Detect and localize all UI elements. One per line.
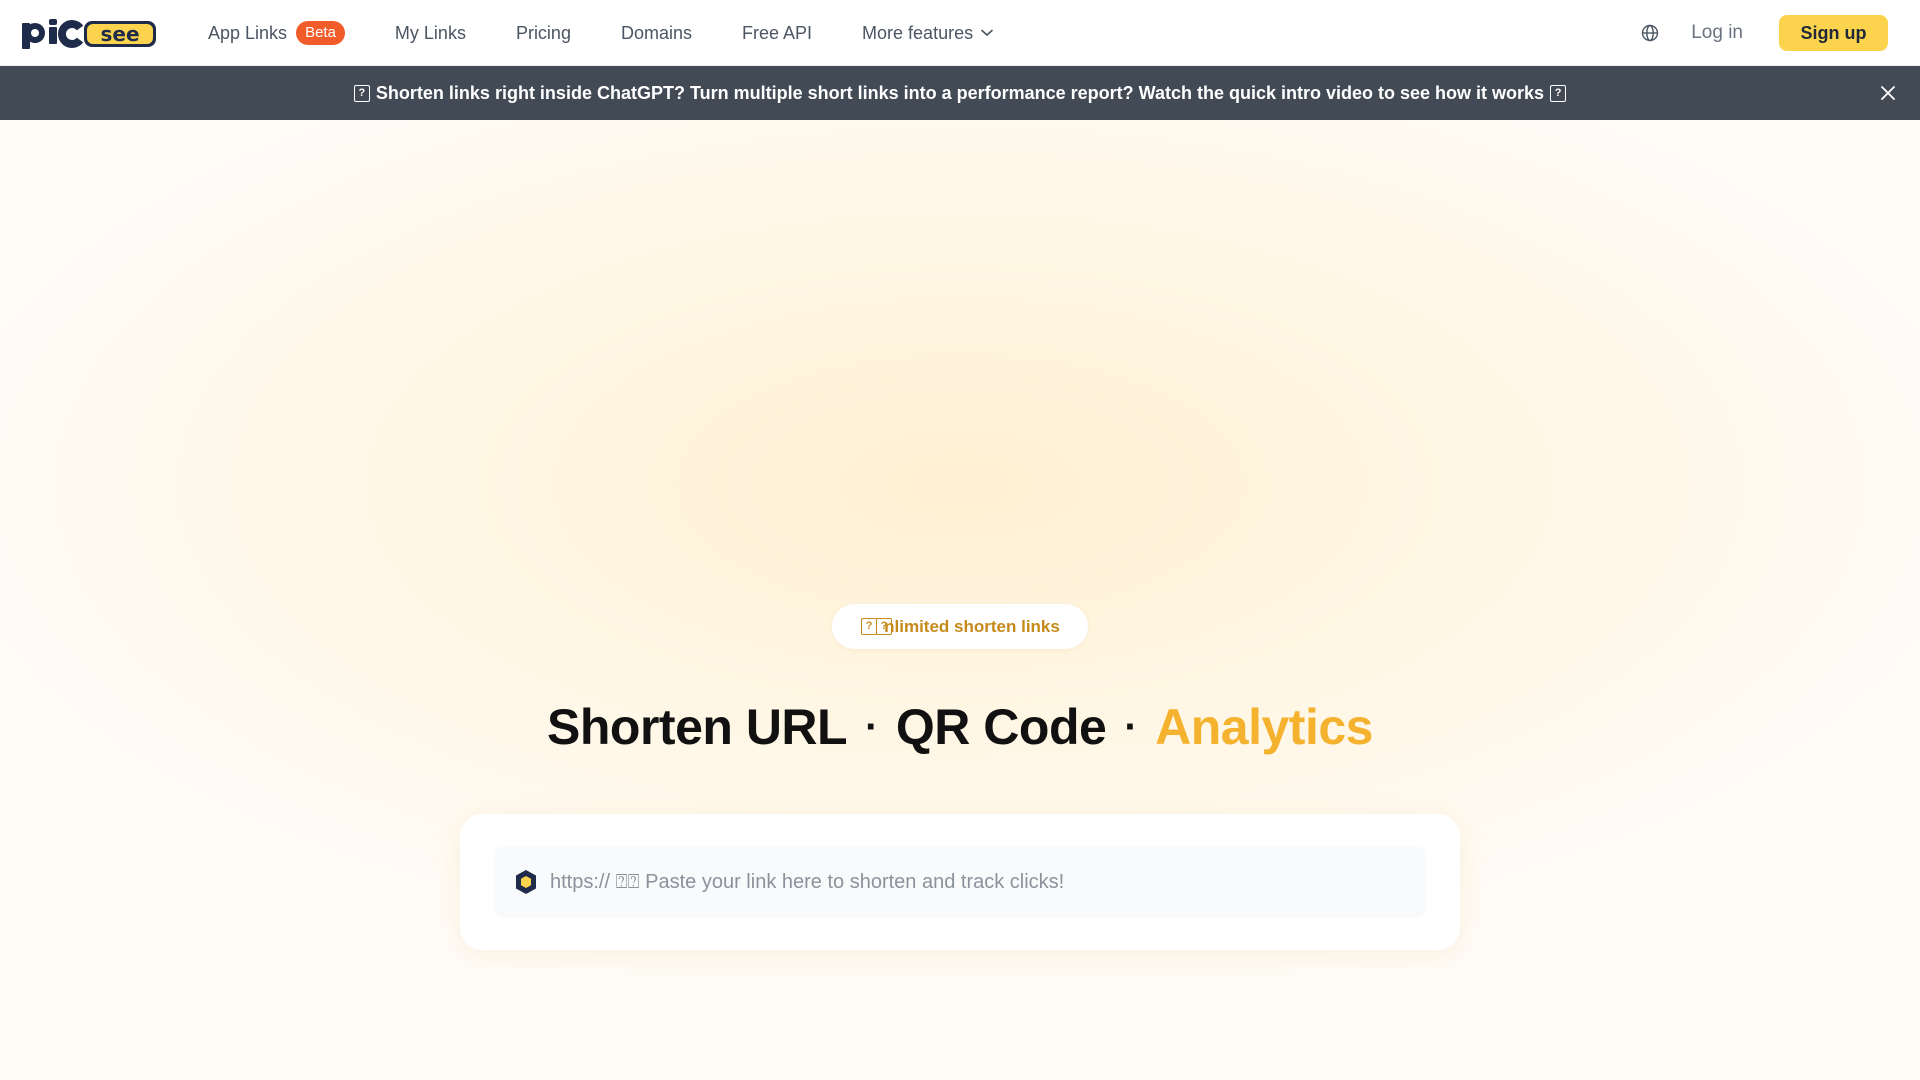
- pill-text: nlimited shorten links: [884, 616, 1060, 636]
- main-nav: App Links Beta My Links Pricing Domains …: [208, 0, 1043, 66]
- svg-text:see: see: [100, 22, 139, 46]
- announcement-bar: ? Shorten links right inside ChatGPT? Tu…: [0, 66, 1920, 120]
- headline-separator: ·: [865, 705, 878, 749]
- nav-more-features[interactable]: More features: [862, 23, 993, 44]
- shorten-card: [460, 814, 1460, 950]
- announcement-text: Shorten links right inside ChatGPT? Turn…: [375, 82, 1545, 103]
- login-link[interactable]: Log in: [1691, 22, 1743, 44]
- headline-analytics: Analytics: [1155, 699, 1373, 755]
- headline-separator: ·: [1124, 705, 1138, 749]
- nav-actions: Log in Sign up: [1641, 0, 1888, 66]
- signup-button[interactable]: Sign up: [1779, 15, 1888, 51]
- link-hex-icon: [514, 869, 538, 895]
- missing-glyph-icon: ?: [1550, 84, 1567, 102]
- chevron-down-icon: [981, 29, 993, 37]
- nav-pricing[interactable]: Pricing: [516, 23, 571, 44]
- nav-domains[interactable]: Domains: [621, 23, 692, 44]
- missing-glyph-icon: ?: [861, 618, 878, 635]
- nav-free-api[interactable]: Free API: [742, 23, 812, 44]
- nav-my-links[interactable]: My Links: [395, 23, 466, 44]
- headline-shorten-url: Shorten URL: [547, 699, 848, 755]
- unlimited-links-pill: ? ? nlimited shorten links: [832, 604, 1088, 649]
- announcement-content[interactable]: ? Shorten links right inside ChatGPT? Tu…: [348, 83, 1572, 104]
- top-navbar: see App Links Beta My Links Pricing Doma…: [0, 0, 1920, 66]
- hero-section: ? ? nlimited shorten links Shorten URL · Q…: [0, 120, 1920, 1080]
- missing-glyph-icon: ?: [353, 84, 370, 102]
- hero-headline: Shorten URL · QR Code · Analytics: [0, 698, 1920, 756]
- headline-qr-code: QR Code: [895, 699, 1107, 755]
- close-icon[interactable]: [1878, 83, 1898, 103]
- beta-badge: Beta: [296, 21, 345, 45]
- nav-app-links-label: App Links: [208, 22, 288, 43]
- url-input-wrapper[interactable]: [494, 846, 1426, 918]
- url-input[interactable]: [550, 862, 1426, 902]
- picsee-logo[interactable]: see: [22, 17, 156, 49]
- nav-app-links[interactable]: App Links Beta: [208, 21, 345, 45]
- globe-icon[interactable]: [1641, 24, 1659, 42]
- nav-more-features-label: More features: [862, 22, 974, 43]
